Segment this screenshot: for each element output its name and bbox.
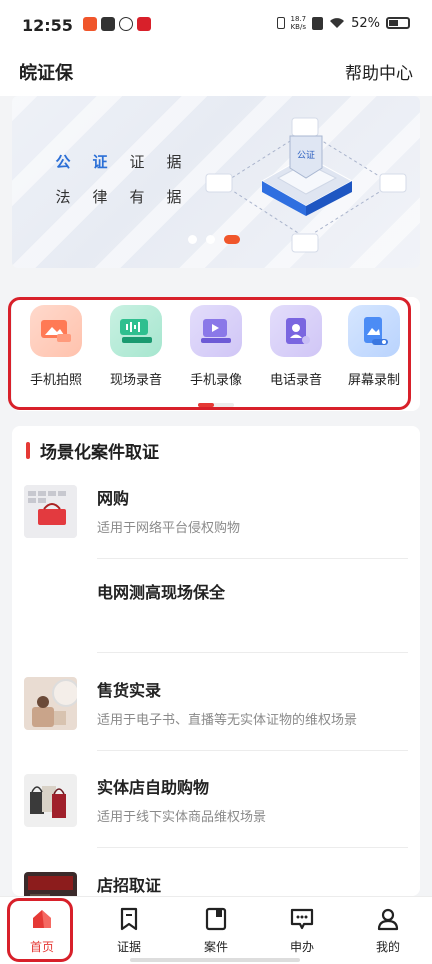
help-center-link[interactable]: 帮助中心 bbox=[345, 59, 413, 84]
gesture-bar bbox=[130, 958, 300, 962]
banner-slogan: 公 证 证 据 法 律 有 据 bbox=[54, 151, 183, 221]
notary-illustration: 公证 bbox=[205, 117, 407, 253]
scenario-card: 场景化案件取证 网购 适用于网络平台侵权购物 取证案件 电网测高现场保全 售货实… bbox=[12, 426, 420, 896]
case-description: 适用于电子书、直播等无实体证物的维权场景 bbox=[97, 713, 358, 728]
case-description: 适用于网络平台侵权购物 bbox=[97, 521, 241, 536]
network-speed: 18.7 KB/s bbox=[290, 15, 307, 31]
case-item-sales-record[interactable]: 售货实录 适用于电子书、直播等无实体证物的维权场景 bbox=[24, 677, 408, 774]
vibrate-icon bbox=[276, 17, 285, 29]
promo-banner[interactable]: 公 证 证 据 法 律 有 据 公证 bbox=[12, 96, 420, 268]
section-title-text: 场景化案件取证 bbox=[40, 443, 159, 463]
nav-item-evidence[interactable]: 证据 bbox=[99, 907, 159, 955]
notification-app-icon bbox=[137, 17, 151, 31]
home-highlight-outline bbox=[7, 898, 73, 962]
case-thumbnail bbox=[24, 677, 77, 730]
case-title: 实体店自助购物 bbox=[97, 778, 210, 797]
nav-item-cases[interactable]: 案件 bbox=[186, 907, 246, 955]
slogan-char: 证 bbox=[129, 153, 145, 171]
slogan-char: 有 bbox=[129, 188, 145, 206]
banner-dot-active[interactable] bbox=[224, 235, 240, 244]
bookmark-icon bbox=[120, 907, 138, 931]
section-accent-bar bbox=[26, 442, 30, 459]
status-time: 12:55 bbox=[22, 16, 73, 35]
case-title: 售货实录 bbox=[97, 681, 162, 700]
nav-item-mine[interactable]: 我的 bbox=[358, 907, 418, 955]
nav-label: 案件 bbox=[203, 940, 228, 954]
case-item-online-shopping[interactable]: 网购 适用于网络平台侵权购物 bbox=[24, 485, 408, 582]
case-item-store-signboard[interactable]: 店招取证 bbox=[24, 872, 408, 896]
nav-label: 申办 bbox=[289, 940, 314, 954]
nav-label: 证据 bbox=[116, 940, 141, 954]
case-title: 网购 bbox=[97, 489, 130, 508]
banner-dot[interactable] bbox=[188, 235, 197, 244]
notification-app-icon bbox=[119, 17, 133, 31]
nav-label: 我的 bbox=[375, 940, 400, 954]
slogan-char: 据 bbox=[166, 153, 182, 171]
app-title: 皖证保 bbox=[19, 63, 73, 84]
section-title: 场景化案件取证 bbox=[26, 438, 159, 463]
case-description: 适用于线下实体商品维权场景 bbox=[97, 810, 267, 825]
slogan-char: 公 bbox=[55, 153, 71, 171]
notification-app-icon bbox=[101, 17, 115, 31]
banner-dot[interactable] bbox=[206, 235, 215, 244]
chat-icon bbox=[290, 908, 314, 930]
slogan-char: 据 bbox=[166, 188, 182, 206]
thumb-text: 取证案件 bbox=[30, 587, 70, 623]
case-thumbnail bbox=[24, 872, 77, 896]
status-app-icons bbox=[83, 17, 151, 31]
sim-icon bbox=[312, 16, 324, 30]
divider bbox=[97, 750, 408, 751]
case-thumbnail: 取证案件 bbox=[24, 579, 77, 632]
nav-item-apply[interactable]: 申办 bbox=[272, 907, 332, 955]
battery-percent: 52% bbox=[351, 15, 380, 31]
tools-highlight-outline bbox=[8, 297, 411, 410]
folder-icon bbox=[205, 907, 227, 931]
battery-icon bbox=[386, 17, 410, 29]
case-thumbnail bbox=[24, 774, 77, 827]
status-indicators: 18.7 KB/s 52% bbox=[276, 15, 410, 31]
slogan-char: 律 bbox=[92, 188, 108, 206]
wifi-icon bbox=[330, 18, 345, 28]
user-icon bbox=[377, 908, 399, 931]
slogan-char: 法 bbox=[55, 188, 71, 206]
case-thumbnail bbox=[24, 485, 77, 538]
app-header: 皖证保 帮助中心 bbox=[0, 50, 432, 96]
notification-app-icon bbox=[83, 17, 97, 31]
badge-text: 公证 bbox=[297, 150, 315, 161]
case-item-self-service-store[interactable]: 实体店自助购物 适用于线下实体商品维权场景 bbox=[24, 774, 408, 871]
case-title: 店招取证 bbox=[97, 876, 162, 895]
divider bbox=[97, 558, 408, 559]
case-item-grid-height-measurement[interactable]: 取证案件 电网测高现场保全 bbox=[24, 579, 408, 676]
divider bbox=[97, 847, 408, 848]
case-title: 电网测高现场保全 bbox=[97, 583, 226, 602]
divider bbox=[97, 652, 408, 653]
status-bar: 12:55 18.7 KB/s 52% bbox=[0, 0, 432, 50]
banner-pagination bbox=[188, 235, 240, 244]
slogan-char: 证 bbox=[92, 153, 108, 171]
